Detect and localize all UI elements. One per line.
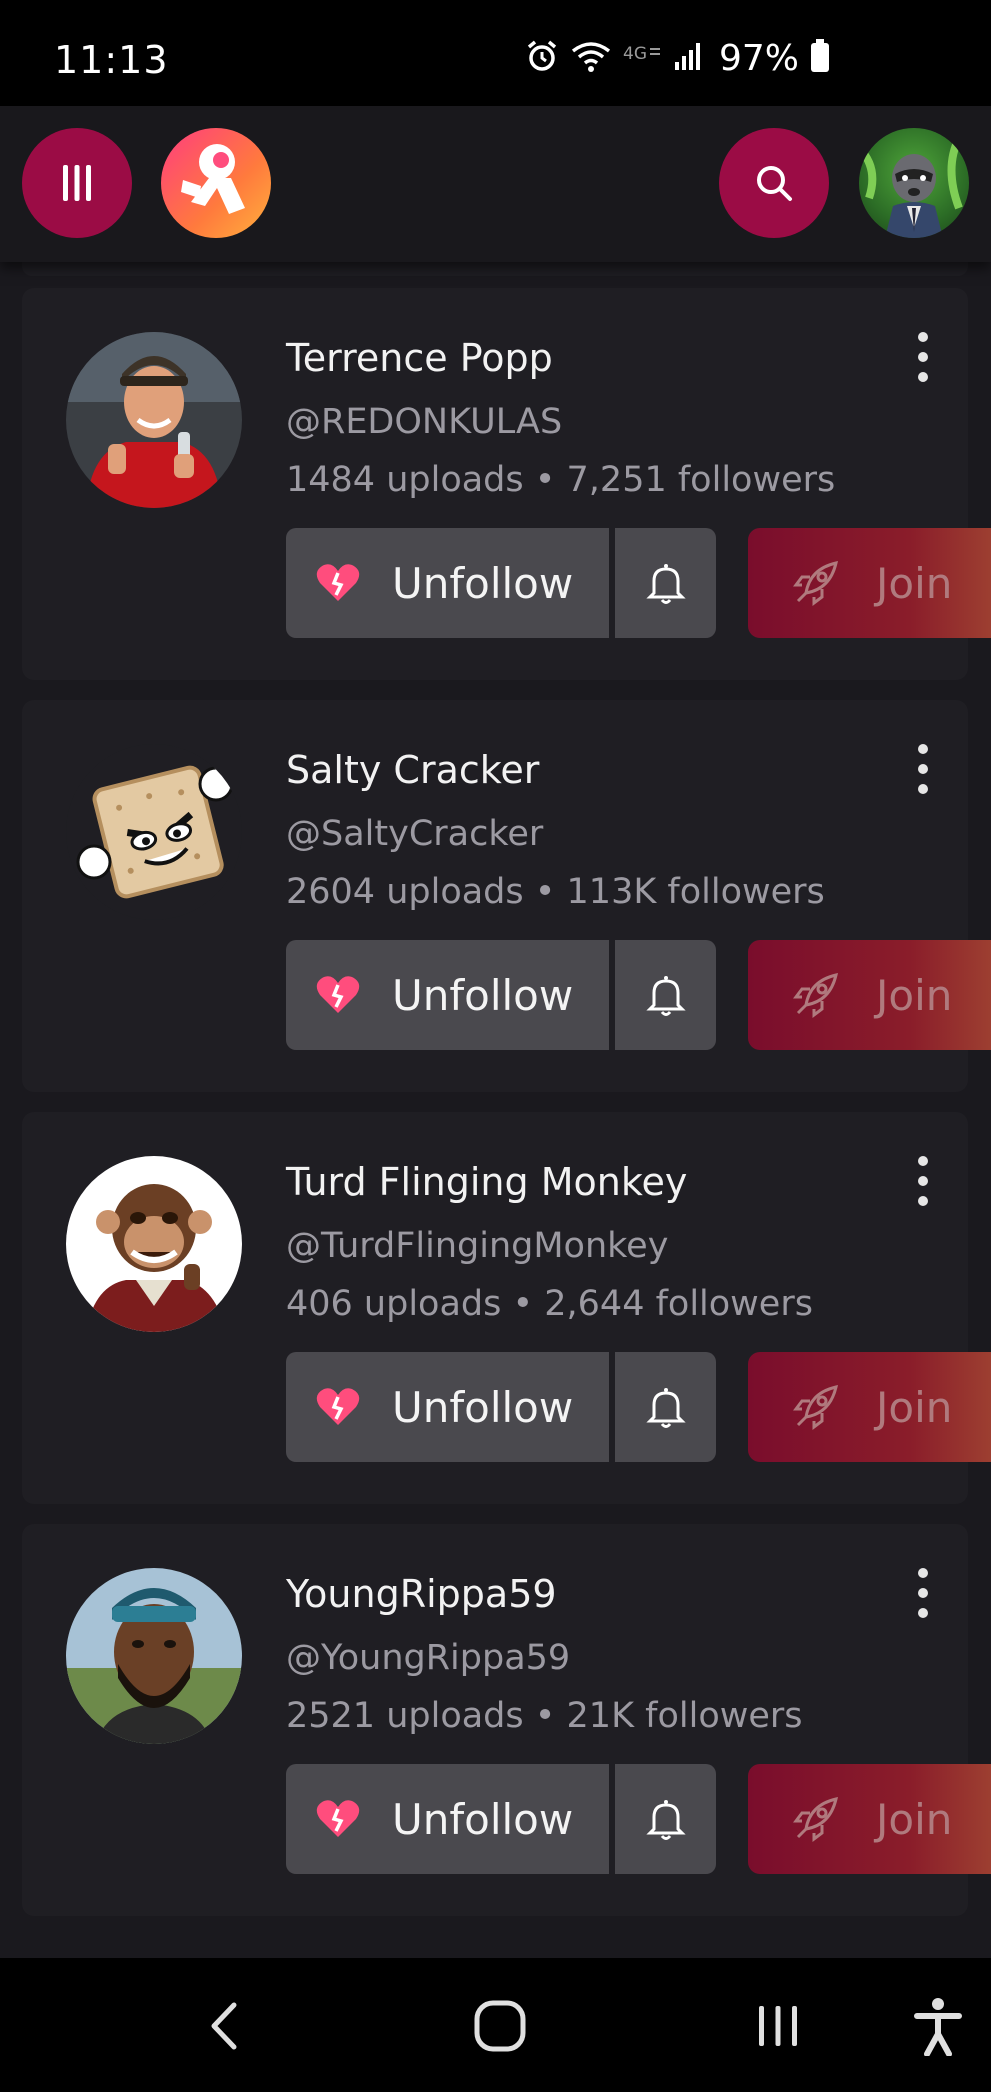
unfollow-button[interactable]: Unfollow [286, 940, 609, 1050]
alarm-icon [525, 39, 559, 77]
rocket-icon [793, 972, 839, 1018]
app-header [0, 106, 991, 262]
accessibility-icon [914, 1998, 962, 2056]
unfollow-label: Unfollow [392, 1382, 574, 1432]
broken-heart-icon [316, 976, 360, 1013]
unfollow-button[interactable]: Unfollow [286, 528, 609, 638]
creator-card[interactable]: Turd Flinging Monkey @TurdFlingingMonkey… [22, 1112, 991, 1504]
join-label: Join [876, 1794, 953, 1844]
join-button[interactable]: Join [748, 1764, 991, 1874]
4g-icon: 4G [623, 41, 663, 75]
creator-handle: @SaltyCracker [286, 814, 544, 854]
unfollow-label: Unfollow [392, 558, 574, 608]
more-options-button[interactable] [908, 744, 938, 794]
creator-photo-youngrippa [66, 1568, 242, 1744]
unfollow-label: Unfollow [392, 1794, 574, 1844]
join-label: Join [876, 1382, 953, 1432]
creator-stats: 406 uploads • 2,644 followers [286, 1284, 813, 1324]
creator-stats: 1484 uploads • 7,251 followers [286, 460, 836, 500]
creator-avatar[interactable] [66, 744, 242, 920]
unfollow-button[interactable]: Unfollow [286, 1352, 609, 1462]
previous-card-edge [22, 262, 968, 276]
creator-avatar[interactable] [66, 332, 242, 508]
status-bar: 11:13 4G 97% [0, 0, 991, 106]
rocket-icon [793, 1796, 839, 1842]
notifications-button[interactable] [615, 1352, 716, 1462]
bell-icon [645, 1800, 686, 1840]
creator-handle: @REDONKULAS [286, 402, 563, 442]
notifications-button[interactable] [615, 1764, 716, 1874]
menu-bars-icon [63, 165, 91, 201]
svg-text:4G: 4G [623, 44, 647, 64]
search-icon [757, 166, 792, 201]
back-button[interactable] [184, 1986, 264, 2066]
user-avatar[interactable] [859, 128, 969, 238]
creator-stats: 2604 uploads • 113K followers [286, 872, 825, 912]
broken-heart-icon [316, 1800, 360, 1837]
battery-icon [809, 39, 831, 77]
rocket-icon [793, 560, 839, 606]
creator-name[interactable]: Terrence Popp [286, 336, 553, 380]
battery-percent: 97% [718, 37, 799, 79]
system-nav-bar [0, 1958, 991, 2092]
broken-heart-icon [316, 1388, 360, 1425]
app-logo[interactable] [161, 128, 271, 238]
raccoon-avatar-icon [859, 136, 963, 238]
join-button[interactable]: Join [748, 940, 991, 1050]
unfollow-button[interactable]: Unfollow [286, 1764, 609, 1874]
broken-heart-icon [316, 564, 360, 601]
unfollow-label: Unfollow [392, 970, 574, 1020]
more-options-button[interactable] [908, 332, 938, 382]
join-label: Join [876, 970, 953, 1020]
notifications-button[interactable] [615, 528, 716, 638]
notifications-button[interactable] [615, 940, 716, 1050]
creator-handle: @TurdFlingingMonkey [286, 1226, 669, 1266]
creator-handle: @YoungRippa59 [286, 1638, 571, 1678]
creator-card[interactable]: Salty Cracker @SaltyCracker 2604 uploads… [22, 700, 991, 1092]
creator-name[interactable]: Salty Cracker [286, 748, 539, 792]
rocket-icon [793, 1384, 839, 1430]
wifi-icon [569, 39, 613, 77]
creator-photo-terrence [66, 332, 242, 508]
recents-icon [759, 2006, 797, 2046]
recents-button[interactable] [738, 1986, 818, 2066]
home-button[interactable] [460, 1986, 540, 2066]
search-button[interactable] [719, 128, 829, 238]
bell-icon [645, 976, 686, 1016]
creator-name[interactable]: Turd Flinging Monkey [286, 1160, 687, 1204]
creator-card[interactable]: Terrence Popp @REDONKULAS 1484 uploads •… [22, 288, 991, 680]
join-button[interactable]: Join [748, 528, 991, 638]
status-time: 11:13 [54, 38, 169, 82]
creator-stats: 2521 uploads • 21K followers [286, 1696, 803, 1736]
app-logo-icon [181, 144, 245, 214]
creator-photo-monkey [66, 1156, 242, 1332]
creator-avatar[interactable] [66, 1156, 242, 1332]
signal-icon [673, 40, 705, 76]
bell-icon [645, 1388, 686, 1428]
accessibility-button[interactable] [898, 1986, 978, 2066]
creator-photo-salty-cracker [76, 765, 234, 899]
creator-name[interactable]: YoungRippa59 [286, 1572, 557, 1616]
status-icons: 4G 97% [525, 36, 831, 80]
menu-button[interactable] [22, 128, 132, 238]
join-button[interactable]: Join [748, 1352, 991, 1462]
back-icon [211, 2002, 237, 2050]
bell-icon [645, 564, 686, 604]
creator-avatar[interactable] [66, 1568, 242, 1744]
more-options-button[interactable] [908, 1568, 938, 1618]
more-options-button[interactable] [908, 1156, 938, 1206]
join-label: Join [876, 558, 953, 608]
creator-card[interactable]: YoungRippa59 @YoungRippa59 2521 uploads … [22, 1524, 991, 1916]
home-icon [474, 2000, 526, 2052]
